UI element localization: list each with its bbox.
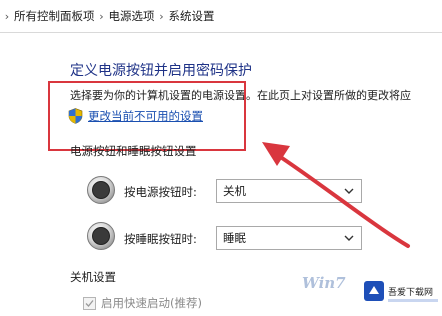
watermark-logo: 吾爱下载网 xyxy=(360,276,442,316)
chevron-right-icon[interactable]: › xyxy=(95,10,109,23)
breadcrumb-item-system-settings[interactable]: 系统设置 xyxy=(169,8,215,24)
power-button-value: 关机 xyxy=(223,184,246,198)
power-icon xyxy=(87,176,115,204)
power-button-label: 按电源按钮时: xyxy=(124,185,197,199)
highlight-box xyxy=(48,81,246,151)
page-title: 定义电源按钮并启用密码保护 xyxy=(70,63,252,79)
fast-startup-checkbox[interactable] xyxy=(83,296,96,310)
sleep-button-value: 睡眠 xyxy=(223,231,246,245)
fast-startup-option: 启用快速启动(推荐) xyxy=(83,295,202,311)
breadcrumb-item-power-options[interactable]: 电源选项 xyxy=(109,8,155,24)
chevron-right-icon[interactable]: › xyxy=(155,10,169,23)
chevron-right-icon: › xyxy=(4,9,10,23)
breadcrumb-item-control-panel[interactable]: 所有控制面板项 xyxy=(14,8,95,24)
shutdown-settings-heading: 关机设置 xyxy=(70,270,116,284)
section-heading: 电源按钮和睡眠按钮设置 xyxy=(70,144,197,158)
pointer-arrow-annotation xyxy=(262,142,410,248)
watermark-text: Win7 xyxy=(302,274,346,292)
fast-startup-label: 启用快速启动(推荐) xyxy=(101,296,202,310)
breadcrumb: › 所有控制面板项 › 电源选项 › 系统设置 xyxy=(0,0,442,33)
checkmark-icon xyxy=(85,299,94,307)
sleep-button-label: 按睡眠按钮时: xyxy=(124,232,197,246)
sleep-icon xyxy=(87,222,115,250)
svg-text:吾爱下载网: 吾爱下载网 xyxy=(388,286,433,298)
